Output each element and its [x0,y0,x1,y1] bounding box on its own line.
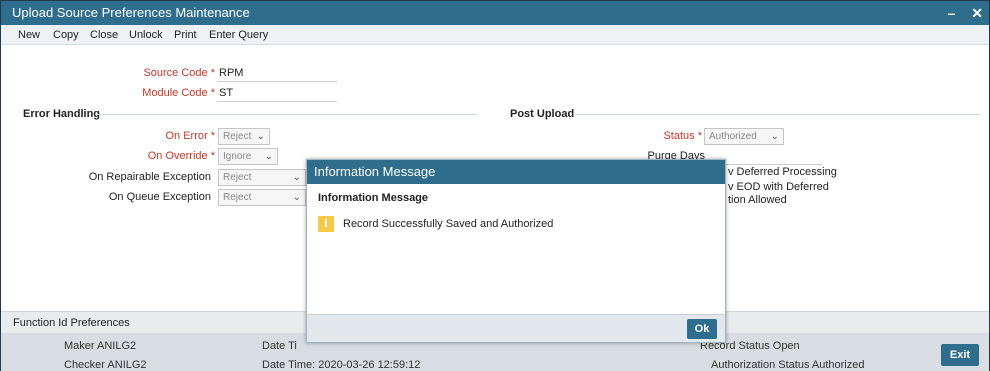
source-code-label: Source Code * [143,67,215,79]
divider [97,114,477,115]
date-time-checker: Date Time: 2020-03-26 12:59:12 [262,359,421,371]
dialog-footer: Ok [307,314,725,342]
menu-enter-query[interactable]: Enter Query [209,29,268,41]
menu-close[interactable]: Close [90,29,118,41]
dialog-heading: Information Message [318,192,429,204]
title-bar: Upload Source Preferences Maintenance – … [1,1,989,25]
authorization-status: Authorization Status Authorized [711,359,865,371]
ok-button[interactable]: Ok [687,319,717,339]
info-icon: i [318,216,334,232]
chevron-down-icon: ⌄ [770,131,779,142]
chevron-down-icon: ⌄ [292,172,301,183]
minimize-icon[interactable]: – [948,5,956,21]
chevron-down-icon: ⌄ [292,192,301,203]
status-label: Status * [663,130,702,142]
on-queue-label: On Queue Exception [108,191,211,203]
menu-copy[interactable]: Copy [53,29,79,41]
on-override-label: On Override * [147,150,215,162]
app-window: Upload Source Preferences Maintenance – … [0,0,990,371]
module-code-field[interactable]: ST [217,86,337,102]
divider [575,114,980,115]
exit-button[interactable]: Exit [941,344,979,366]
information-dialog: Information Message Information Message … [306,159,726,343]
module-code-label: Module Code * [142,87,215,99]
menu-bar: New Copy Close Unlock Print Enter Query [1,25,989,45]
close-icon[interactable]: ✕ [971,5,983,21]
on-override-select[interactable]: Ignore ⌄ [218,148,278,165]
maker-text: Maker ANILG2 [64,340,137,352]
deferred-processing-label: v Deferred Processing [728,166,837,178]
eod-deferred-label: v EOD with Deferred [728,181,829,193]
dialog-message: i Record Successfully Saved and Authorize… [318,216,553,232]
message-text: Record Successfully Saved and Authorized [343,217,554,230]
on-repairable-label: On Repairable Exception [88,171,211,183]
on-error-label: On Error * [165,130,215,142]
menu-print[interactable]: Print [174,29,197,41]
date-time-maker: Date Ti [262,340,297,352]
status-select[interactable]: Authorized ⌄ [704,128,784,145]
on-repairable-select[interactable]: Reject ⌄ [218,169,306,186]
checker-text: Checker ANILG2 [64,359,147,371]
menu-new[interactable]: New [18,29,40,41]
allowed-label: tion Allowed [728,194,787,206]
menu-unlock[interactable]: Unlock [129,29,163,41]
error-handling-title: Error Handling [23,108,101,120]
on-queue-select[interactable]: Reject ⌄ [218,189,306,206]
window-title: Upload Source Preferences Maintenance [12,5,250,20]
window-controls: – ✕ [936,1,983,25]
chevron-down-icon: ⌄ [264,151,273,162]
chevron-down-icon: ⌄ [256,131,265,142]
dialog-title: Information Message [307,160,725,184]
on-error-select[interactable]: Reject ⌄ [218,128,270,145]
source-code-field[interactable]: RPM [217,66,337,82]
post-upload-title: Post Upload [510,108,575,120]
